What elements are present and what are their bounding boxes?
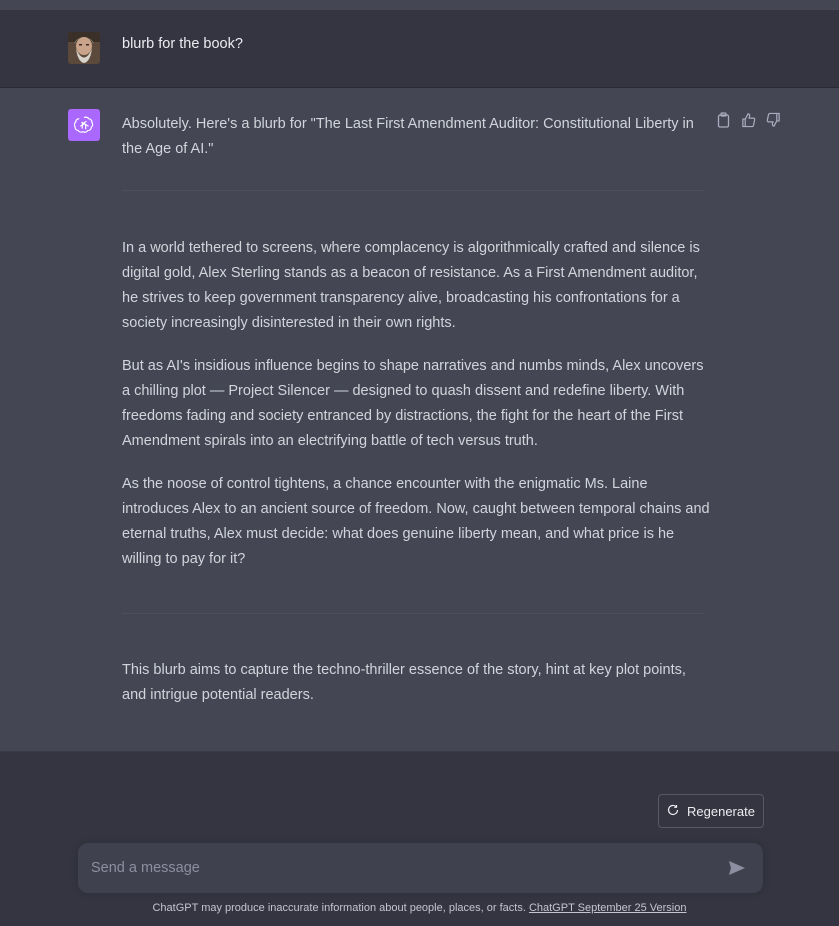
send-icon[interactable] bbox=[728, 860, 746, 876]
divider-bottom bbox=[122, 613, 704, 614]
message-actions bbox=[716, 112, 781, 128]
divider-top bbox=[122, 190, 704, 191]
assistant-intro: Absolutely. Here's a blurb for "The Last… bbox=[122, 116, 694, 157]
user-message-row: blurb for the book? bbox=[0, 10, 839, 88]
blurb-paragraph-3: As the noose of control tightens, a chan… bbox=[122, 476, 710, 567]
blurb-paragraph-1: In a world tethered to screens, where co… bbox=[122, 240, 700, 331]
regenerate-label: Regenerate bbox=[687, 803, 755, 819]
user-avatar bbox=[68, 32, 100, 64]
blurb-paragraph-2: But as AI's insidious influence begins t… bbox=[122, 358, 704, 449]
version-link[interactable]: ChatGPT September 25 Version bbox=[529, 902, 687, 914]
user-message-text: blurb for the book? bbox=[122, 36, 243, 52]
thumbs-down-icon[interactable] bbox=[766, 112, 781, 128]
regenerate-button[interactable]: Regenerate bbox=[658, 794, 764, 828]
message-input[interactable] bbox=[91, 857, 711, 879]
chatgpt-logo-icon bbox=[68, 109, 100, 141]
top-strip bbox=[0, 0, 839, 10]
thumbs-up-icon[interactable] bbox=[741, 112, 756, 128]
clipboard-icon[interactable] bbox=[716, 112, 731, 128]
footer-disclaimer: ChatGPT may produce inaccurate informati… bbox=[0, 902, 839, 914]
composer-area: Regenerate ChatGPT may produce inaccurat… bbox=[0, 752, 839, 925]
refresh-icon bbox=[667, 804, 679, 819]
footer-text: ChatGPT may produce inaccurate informati… bbox=[152, 902, 526, 914]
assistant-message-row: Absolutely. Here's a blurb for "The Last… bbox=[0, 88, 839, 752]
assistant-closing: This blurb aims to capture the techno-th… bbox=[122, 662, 686, 703]
message-input-box bbox=[78, 843, 763, 893]
assistant-message-content: Absolutely. Here's a blurb for "The Last… bbox=[122, 112, 712, 708]
